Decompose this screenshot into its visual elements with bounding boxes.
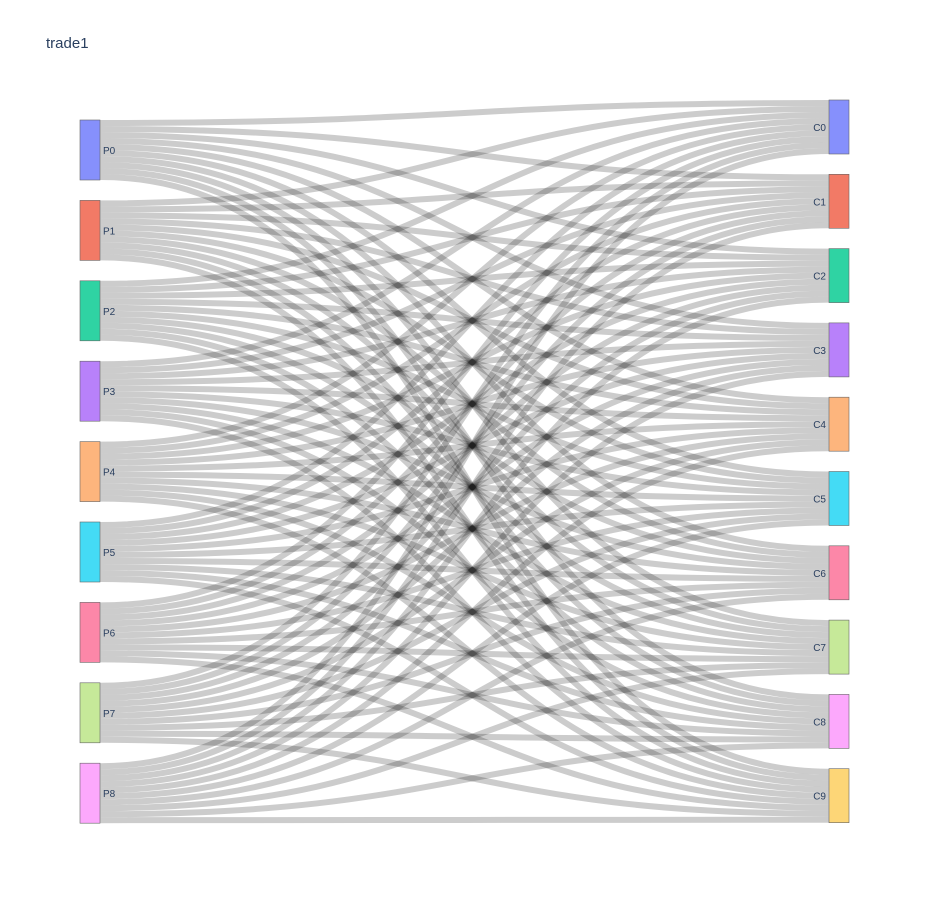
node-label-C8: C8 [813, 717, 826, 728]
node-label-C3: C3 [813, 346, 826, 357]
links-group [99, 100, 830, 824]
node-C2[interactable] [828, 248, 850, 303]
node-P5[interactable] [79, 521, 101, 583]
node-C1[interactable] [828, 174, 850, 229]
node-label-P4: P4 [103, 468, 116, 479]
node-label-P8: P8 [103, 789, 116, 800]
node-label-C1: C1 [813, 197, 826, 208]
node-label-C4: C4 [813, 420, 826, 431]
node-P2[interactable] [79, 280, 101, 342]
node-C6[interactable] [828, 545, 850, 601]
node-P7[interactable] [79, 682, 101, 744]
node-P4[interactable] [79, 441, 101, 502]
node-label-P7: P7 [103, 709, 116, 720]
node-label-P5: P5 [103, 548, 116, 559]
node-label-C5: C5 [813, 495, 826, 506]
node-C7[interactable] [828, 619, 850, 675]
node-label-C0: C0 [813, 123, 826, 134]
node-label-P0: P0 [103, 146, 116, 157]
sankey-chart: P0 P1 P2 P3 P4 P5 P6 P7 P8 C0 C1 C2 C3 C4 C5 C6 C7 C8 C9 [79, 99, 850, 824]
node-label-P3: P3 [103, 387, 116, 398]
node-label-C9: C9 [813, 792, 826, 803]
node-label-P1: P1 [103, 226, 116, 237]
node-P0[interactable] [79, 119, 101, 181]
node-P3[interactable] [79, 360, 101, 422]
node-label-P6: P6 [103, 628, 116, 639]
node-label-C2: C2 [813, 272, 826, 283]
node-P6[interactable] [79, 602, 101, 663]
node-C3[interactable] [828, 322, 850, 378]
node-label-C6: C6 [813, 569, 826, 580]
node-C8[interactable] [828, 694, 850, 749]
node-label-C7: C7 [813, 643, 826, 654]
node-C4[interactable] [828, 396, 850, 452]
link-P8-C9[interactable] [99, 816, 830, 824]
node-P8[interactable] [79, 762, 101, 824]
node-C9[interactable] [828, 768, 850, 824]
node-P1[interactable] [79, 200, 101, 261]
node-C0[interactable] [828, 99, 850, 155]
node-label-P2: P2 [103, 307, 116, 318]
node-C5[interactable] [828, 471, 850, 526]
